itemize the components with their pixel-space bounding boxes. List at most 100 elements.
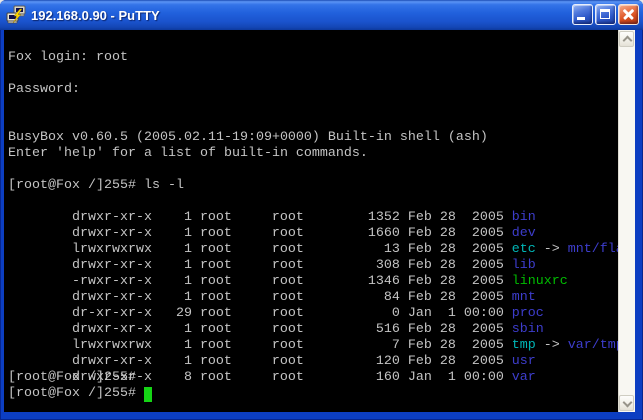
file-permissions: drwxr-xr-x (72, 226, 152, 242)
symlink-arrow: -> (544, 338, 560, 354)
file-group: root (272, 242, 304, 258)
hard-links: 1 (152, 274, 192, 290)
maximize-button[interactable] (595, 4, 616, 25)
file-permissions: -rwxr-xr-x (72, 274, 152, 290)
file-group: root (272, 258, 304, 274)
file-group: root (272, 370, 304, 386)
close-button[interactable] (618, 4, 639, 25)
ls-row: drwxr-xr-x1rootroot1352Feb 28 2005bin (8, 194, 618, 210)
titlebar[interactable]: 192.168.0.90 - PuTTY (0, 0, 643, 30)
blank-line (8, 114, 618, 130)
file-name: etc (512, 242, 536, 258)
hard-links: 1 (152, 338, 192, 354)
file-owner: root (200, 322, 272, 338)
file-owner: root (200, 306, 272, 322)
hard-links: 1 (152, 290, 192, 306)
close-icon (619, 5, 638, 24)
putty-app-icon (6, 5, 26, 25)
file-size: 1660 (304, 226, 400, 242)
terminal-cursor (144, 387, 152, 402)
file-size: 84 (304, 290, 400, 306)
file-permissions: drwxr-xr-x (72, 258, 152, 274)
file-size: 120 (304, 354, 400, 370)
blank-line (8, 162, 618, 178)
command-line: [root@Fox /]255# ls -l (8, 178, 618, 194)
file-permissions: drwxr-xr-x (72, 290, 152, 306)
file-date: Feb 28 2005 (408, 242, 504, 258)
file-name: bin (512, 210, 536, 226)
file-permissions: lrwxrwxrwx (72, 338, 152, 354)
blank-line (8, 34, 618, 50)
file-permissions: dr-xr-xr-x (72, 306, 152, 322)
window-body: Fox login: root Password: BusyBox v0.60.… (0, 30, 643, 420)
file-owner: root (200, 242, 272, 258)
file-group: root (272, 210, 304, 226)
file-name: tmp (512, 338, 536, 354)
file-size: 1352 (304, 210, 400, 226)
blank-line (8, 98, 618, 114)
file-group: root (272, 338, 304, 354)
scrollbar[interactable] (618, 30, 635, 412)
file-date: Feb 28 2005 (408, 210, 504, 226)
help-hint-line: Enter 'help' for a list of built-in comm… (8, 146, 618, 162)
file-owner: root (200, 290, 272, 306)
file-size: 0 (304, 306, 400, 322)
file-name: linuxrc (512, 274, 568, 290)
hard-links: 1 (152, 258, 192, 274)
window-controls (572, 4, 639, 25)
file-date: Feb 28 2005 (408, 226, 504, 242)
login-line: Fox login: root (8, 50, 618, 66)
scroll-up-button[interactable] (619, 31, 634, 47)
file-date: Feb 28 2005 (408, 290, 504, 306)
busybox-banner-line: BusyBox v0.60.5 (2005.02.11-19:09+0000) … (8, 130, 618, 146)
file-size: 308 (304, 258, 400, 274)
hard-links: 29 (152, 306, 192, 322)
blank-line (8, 402, 618, 412)
window-title: 192.168.0.90 - PuTTY (31, 8, 572, 23)
putty-window: 192.168.0.90 - PuTTY Fox login: root Pas… (0, 0, 643, 420)
prompt-text: [root@Fox /]255# (8, 386, 144, 402)
file-permissions: drwxr-xr-x (72, 210, 152, 226)
hard-links: 1 (152, 322, 192, 338)
file-size: 160 (304, 370, 400, 386)
file-name: mnt (512, 290, 536, 306)
file-name: var (512, 370, 536, 386)
file-name: lib (512, 258, 536, 274)
file-date: Jan 1 00:00 (408, 306, 504, 322)
file-owner: root (200, 210, 272, 226)
file-size: 13 (304, 242, 400, 258)
file-owner: root (200, 258, 272, 274)
scroll-down-button[interactable] (619, 395, 634, 411)
file-group: root (272, 354, 304, 370)
file-date: Feb 28 2005 (408, 338, 504, 354)
symlink-target: mnt/flash/etc (568, 242, 618, 258)
symlink-target: var/tmp (568, 338, 618, 354)
file-size: 1346 (304, 274, 400, 290)
terminal-screen[interactable]: Fox login: root Password: BusyBox v0.60.… (4, 30, 618, 412)
file-date: Feb 28 2005 (408, 354, 504, 370)
file-owner: root (200, 226, 272, 242)
maximize-icon (600, 9, 610, 19)
file-date: Jan 1 00:00 (408, 370, 504, 386)
file-group: root (272, 322, 304, 338)
hard-links: 1 (152, 210, 192, 226)
chevron-up-icon (623, 36, 633, 46)
file-date: Feb 28 2005 (408, 258, 504, 274)
file-group: root (272, 290, 304, 306)
file-owner: root (200, 274, 272, 290)
file-name: usr (512, 354, 536, 370)
file-size: 516 (304, 322, 400, 338)
active-prompt-line: [root@Fox /]255# (8, 386, 618, 402)
file-name: dev (512, 226, 536, 242)
file-group: root (272, 306, 304, 322)
chevron-down-icon (623, 398, 633, 408)
file-group: root (272, 226, 304, 242)
file-permissions: lrwxrwxrwx (72, 242, 152, 258)
file-date: Feb 28 2005 (408, 322, 504, 338)
hard-links: 1 (152, 242, 192, 258)
file-owner: root (200, 338, 272, 354)
password-line: Password: (8, 82, 618, 98)
minimize-button[interactable] (572, 4, 593, 25)
file-name: proc (512, 306, 544, 322)
file-permissions: drwxr-xr-x (72, 354, 152, 370)
